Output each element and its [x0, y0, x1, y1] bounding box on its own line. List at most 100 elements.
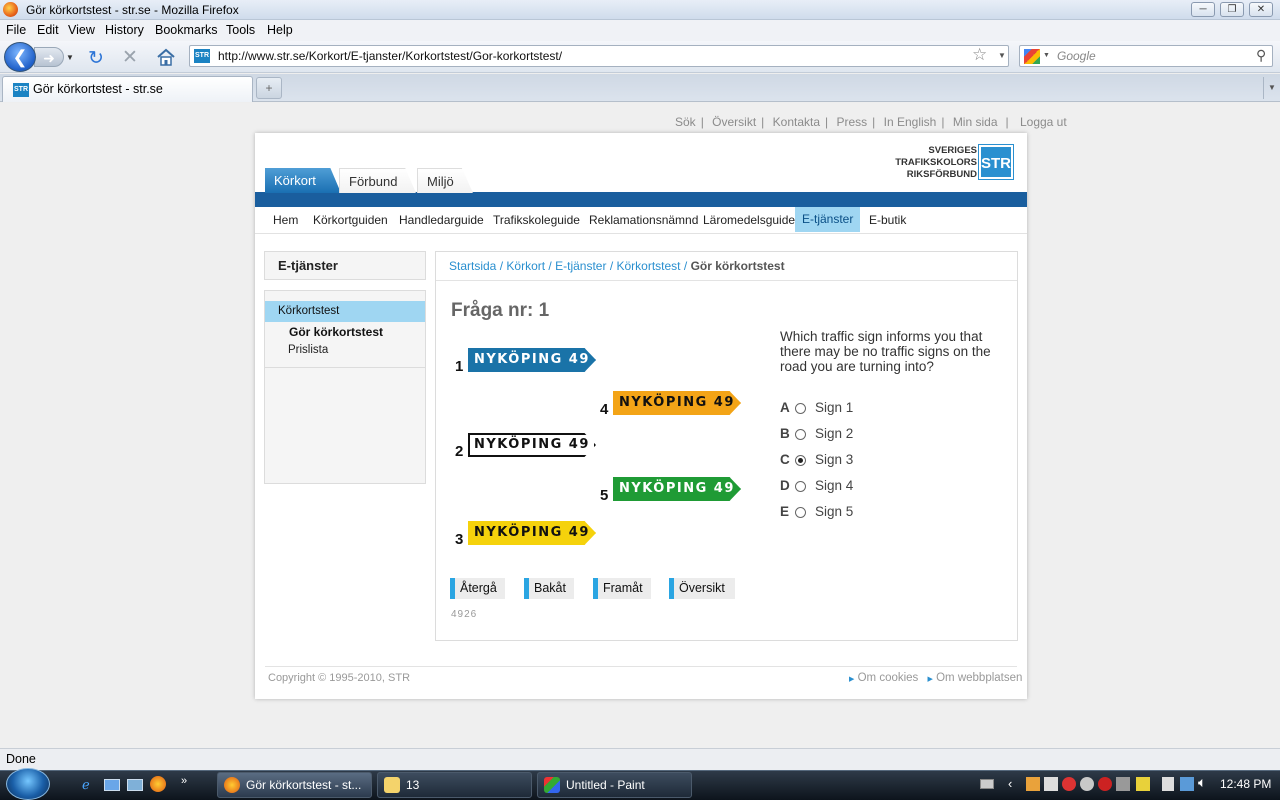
menu-history[interactable]: History	[105, 23, 144, 37]
url-dropdown-icon[interactable]: ▼	[998, 51, 1006, 60]
taskbar-paint[interactable]: Untitled - Paint	[537, 772, 692, 798]
tray-app-icon[interactable]	[1162, 777, 1174, 791]
tray-app-icon[interactable]	[1044, 777, 1058, 791]
address-bar[interactable]: STR http://www.str.se/Korkort/E-tjanster…	[189, 45, 1009, 67]
option-label-d[interactable]: Sign 4	[815, 478, 853, 493]
chevron-left-icon[interactable]: ‹	[1008, 776, 1012, 791]
util-link-kontakta[interactable]: Kontakta	[773, 115, 820, 129]
tray-app-icon[interactable]	[1098, 777, 1112, 791]
option-label-b[interactable]: Sign 2	[815, 426, 853, 441]
browser-tab[interactable]: STR Gör körkortstest - str.se	[2, 76, 253, 102]
option-letter-c: C	[780, 452, 790, 467]
menu-bookmarks[interactable]: Bookmarks	[155, 23, 218, 37]
subnav-trafikskoleguide[interactable]: Trafikskoleguide	[493, 213, 580, 227]
reload-icon[interactable]: ↻	[88, 47, 104, 70]
new-tab-button[interactable]: +	[256, 77, 282, 99]
search-placeholder[interactable]: Google	[1057, 49, 1096, 63]
subnav-e-tjanster[interactable]: E-tjänster	[795, 207, 861, 232]
sidebar-item-gor-korkortstest[interactable]: Gör körkortstest	[289, 325, 383, 339]
google-engine-icon[interactable]	[1024, 49, 1040, 64]
history-dropdown-icon[interactable]: ▼	[66, 53, 74, 62]
option-radio-d[interactable]	[795, 481, 806, 492]
copyright-text: Copyright © 1995-2010, STR	[268, 672, 411, 684]
subnav-e-butik[interactable]: E-butik	[869, 213, 906, 227]
close-button[interactable]: ✕	[1249, 2, 1273, 17]
sign-4: NYKÖPING 49	[613, 391, 741, 415]
ie-icon[interactable]: ℯ	[82, 777, 90, 793]
home-icon[interactable]	[156, 48, 176, 66]
option-label-c[interactable]: Sign 3	[815, 452, 853, 467]
tray-app-icon[interactable]	[1062, 777, 1076, 791]
subnav-handledarguide[interactable]: Handledarguide	[399, 213, 484, 227]
menu-view[interactable]: View	[68, 23, 95, 37]
engine-dropdown-icon[interactable]: ▼	[1043, 52, 1050, 59]
tab-list-icon[interactable]: ▼	[1263, 77, 1280, 99]
tray-app-icon[interactable]	[1136, 777, 1150, 791]
sidebar-item-prislista[interactable]: Prislista	[288, 344, 328, 356]
str-logo[interactable]: SVERIGES TRAFIKSKOLORS RIKSFÖRBUND STR	[891, 144, 1016, 181]
back-button[interactable]: ❮	[4, 42, 36, 72]
keyboard-icon[interactable]	[980, 779, 994, 789]
more-icon[interactable]: »	[181, 775, 187, 787]
stop-icon[interactable]: ✕	[122, 46, 138, 69]
start-button[interactable]	[6, 768, 50, 800]
bookmark-star-icon[interactable]: ☆	[972, 45, 987, 65]
option-label-e[interactable]: Sign 5	[815, 504, 853, 519]
forward-button[interactable]: ➜	[34, 47, 64, 67]
util-link-press[interactable]: Press	[836, 115, 867, 129]
show-desktop-icon[interactable]	[104, 779, 120, 791]
option-radio-b[interactable]	[795, 429, 806, 440]
menu-tools[interactable]: Tools	[226, 23, 255, 37]
util-link-min-sida[interactable]: Min sida	[953, 115, 998, 129]
option-radio-c[interactable]	[795, 455, 806, 466]
tab-forbund[interactable]: Förbund	[339, 168, 416, 193]
volume-icon[interactable]: 🔈︎	[1198, 774, 1206, 791]
return-button[interactable]: Återgå	[450, 578, 505, 599]
crumb-startsida[interactable]: Startsida	[449, 259, 496, 273]
network-icon[interactable]	[1180, 777, 1194, 791]
search-bar[interactable]: ▼ Google ⚲	[1019, 45, 1273, 67]
url-text[interactable]: http://www.str.se/Korkort/E-tjanster/Kor…	[218, 49, 562, 63]
sidebar-item-korkortstest[interactable]: Körkortstest	[265, 301, 425, 322]
util-link-oversikt[interactable]: Översikt	[712, 115, 756, 129]
taskbar-firefox[interactable]: Gör körkortstest - st...	[217, 772, 372, 798]
firefox-quicklaunch-icon[interactable]	[150, 776, 166, 792]
tab-label[interactable]: Gör körkortstest - str.se	[33, 82, 163, 96]
util-link-logga-ut[interactable]: Logga ut	[1020, 115, 1067, 129]
option-label-a[interactable]: Sign 1	[815, 400, 853, 415]
clock[interactable]: 12:48 PM	[1220, 777, 1271, 791]
tray-app-icon[interactable]	[1026, 777, 1040, 791]
firefox-icon	[3, 2, 18, 17]
util-link-sok[interactable]: Sök	[675, 115, 696, 129]
menu-edit[interactable]: Edit	[37, 23, 59, 37]
option-radio-a[interactable]	[795, 403, 806, 414]
crumb-korkortstest[interactable]: Körkortstest	[617, 259, 681, 273]
tray-app-icon[interactable]	[1116, 777, 1130, 791]
util-link-in-english[interactable]: In English	[884, 115, 937, 129]
crumb-korkort[interactable]: Körkort	[506, 259, 545, 273]
option-radio-e[interactable]	[795, 507, 806, 518]
tray-app-icon[interactable]	[1080, 777, 1094, 791]
minimize-button[interactable]: ─	[1191, 2, 1215, 17]
menu-help[interactable]: Help	[267, 23, 293, 37]
menu-file[interactable]: File	[6, 23, 26, 37]
search-icon[interactable]: ⚲	[1256, 47, 1266, 64]
logo-text: SVERIGES TRAFIKSKOLORS RIKSFÖRBUND	[895, 145, 977, 180]
question-id: 4926	[451, 609, 478, 620]
back-question-button[interactable]: Bakåt	[524, 578, 574, 599]
subnav-reklamationsnamnd[interactable]: Reklamationsnämnd	[589, 213, 698, 227]
switch-windows-icon[interactable]	[127, 779, 143, 791]
maximize-button[interactable]: ❐	[1220, 2, 1244, 17]
tab-korkort[interactable]: Körkort	[265, 168, 341, 193]
crumb-e-tjanster[interactable]: E-tjänster	[555, 259, 606, 273]
header-bar	[255, 192, 1027, 207]
paint-icon	[544, 777, 560, 793]
taskbar-folder[interactable]: 13	[377, 772, 532, 798]
subnav-hem[interactable]: Hem	[273, 213, 298, 227]
next-question-button[interactable]: Framåt	[593, 578, 651, 599]
overview-button[interactable]: Översikt	[669, 578, 735, 599]
footer-link-cookies[interactable]: Om cookies	[858, 672, 919, 684]
subnav-laromedelsguide[interactable]: Läromedelsguide	[703, 213, 795, 227]
footer-link-webbplatsen[interactable]: Om webbplatsen	[936, 672, 1022, 684]
subnav-korkortguiden[interactable]: Körkortguiden	[313, 213, 388, 227]
